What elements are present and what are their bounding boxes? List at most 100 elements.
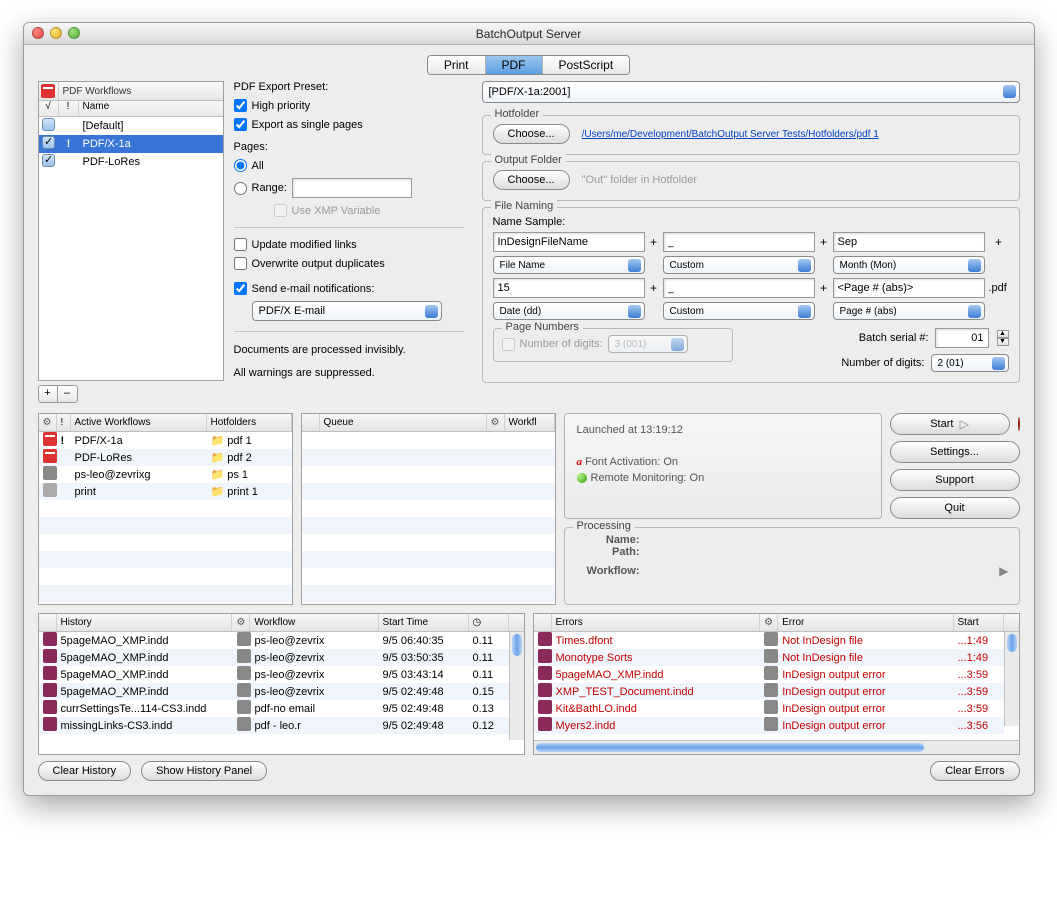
quit-button[interactable]: Quit xyxy=(890,497,1020,519)
queue-body xyxy=(302,432,555,604)
settings-button[interactable]: Settings... xyxy=(890,441,1020,463)
name-select-1[interactable]: File Name xyxy=(493,256,645,274)
table-row[interactable]: 5pageMAO_XMP.indd ps-leo@zevrix 9/5 03:4… xyxy=(39,666,509,683)
col-name[interactable]: Name xyxy=(79,101,223,116)
name-select-2[interactable]: Custom xyxy=(663,256,815,274)
minimize-icon[interactable] xyxy=(50,27,62,39)
remove-workflow-button[interactable]: – xyxy=(58,385,78,403)
table-row[interactable]: print 📁 print 1 xyxy=(39,483,292,500)
zoom-icon[interactable] xyxy=(68,27,80,39)
col-history[interactable]: History xyxy=(57,614,233,631)
clear-errors-button[interactable]: Clear Errors xyxy=(930,761,1019,781)
table-row[interactable]: 5pageMAO_XMP.indd InDesign output error … xyxy=(534,666,1004,683)
table-row[interactable]: currSettingsTe...114-CS3.indd pdf-no ema… xyxy=(39,700,509,717)
col-gear[interactable] xyxy=(232,614,250,631)
workflow-row[interactable]: [Default] xyxy=(39,117,223,135)
overwrite-checkbox[interactable] xyxy=(234,257,247,270)
col-errors[interactable]: Errors xyxy=(552,614,761,631)
col-workflow[interactable]: Workflow xyxy=(250,614,378,631)
name-select-3[interactable]: Month (Mon) xyxy=(833,256,985,274)
table-row[interactable]: 5pageMAO_XMP.indd ps-leo@zevrix 9/5 03:5… xyxy=(39,649,509,666)
name-field-5[interactable] xyxy=(663,278,815,298)
table-row[interactable]: 5pageMAO_XMP.indd ps-leo@zevrix 9/5 02:4… xyxy=(39,683,509,700)
table-row[interactable]: ! PDF/X-1a 📁 pdf 1 xyxy=(39,432,292,449)
batch-serial-input[interactable] xyxy=(935,328,989,348)
col-workflow[interactable]: Workfl xyxy=(505,414,555,431)
col-alert[interactable]: ! xyxy=(57,414,71,431)
overwrite-label: Overwrite output duplicates xyxy=(252,258,385,270)
folder-icon: 📁 xyxy=(211,435,225,447)
enable-checkbox[interactable] xyxy=(42,118,55,131)
start-button[interactable]: Start ▷ xyxy=(890,413,1010,435)
pdf-preset-select[interactable]: [PDF/X-1a:2001] xyxy=(482,81,1020,103)
errors-hscrollbar[interactable] xyxy=(534,740,1019,754)
col-gear[interactable] xyxy=(487,414,505,431)
pages-range-input[interactable] xyxy=(292,178,412,198)
close-icon[interactable] xyxy=(32,27,44,39)
clear-history-button[interactable]: Clear History xyxy=(38,761,132,781)
table-row[interactable]: Monotype Sorts Not InDesign file ...1:49 xyxy=(534,649,1004,666)
col-alert[interactable]: ! xyxy=(59,101,79,116)
send-email-checkbox[interactable] xyxy=(234,282,247,295)
enable-checkbox[interactable] xyxy=(42,136,55,149)
tab-print[interactable]: Print xyxy=(428,56,486,74)
col-blank xyxy=(534,614,552,631)
tab-postscript[interactable]: PostScript xyxy=(543,56,630,74)
workflow-list: PDF Workflows √ ! Name [Default] ! xyxy=(38,81,224,381)
table-row[interactable]: Kit&BathLO.indd InDesign output error ..… xyxy=(534,700,1004,717)
table-row[interactable]: ps-leo@zevrixg 📁 ps 1 xyxy=(39,466,292,483)
batch-serial-stepper[interactable]: ▲▼ xyxy=(997,330,1009,346)
col-error[interactable]: Error xyxy=(778,614,953,631)
col-start[interactable]: Start xyxy=(954,614,1004,631)
num-digits-select[interactable]: 2 (01) xyxy=(931,354,1009,372)
disclosure-icon[interactable]: ▶ xyxy=(999,564,1008,578)
table-row[interactable]: Times.dfont Not InDesign file ...1:49 xyxy=(534,632,1004,649)
name-select-5[interactable]: Custom xyxy=(663,302,815,320)
workflow-row[interactable]: ! PDF/X-1a xyxy=(39,135,223,153)
col-duration[interactable]: ◷ xyxy=(469,614,509,631)
table-row[interactable]: XMP_TEST_Document.indd InDesign output e… xyxy=(534,683,1004,700)
table-row[interactable]: PDF-LoRes 📁 pdf 2 xyxy=(39,449,292,466)
show-history-panel-button[interactable]: Show History Panel xyxy=(141,761,267,781)
high-priority-checkbox[interactable] xyxy=(234,99,247,112)
pages-all-radio[interactable] xyxy=(234,159,247,172)
wf-icon xyxy=(764,700,778,714)
col-queue[interactable]: Queue xyxy=(320,414,487,431)
single-pages-checkbox[interactable] xyxy=(234,118,247,131)
col-gear[interactable] xyxy=(760,614,778,631)
proc-path-key: Path: xyxy=(575,546,640,558)
col-enabled[interactable]: √ xyxy=(39,101,59,116)
tab-pdf[interactable]: PDF xyxy=(486,56,543,74)
table-row[interactable]: Myers2.indd InDesign output error ...3:5… xyxy=(534,717,1004,734)
page-digits-checkbox xyxy=(502,338,515,351)
workflow-row[interactable]: PDF-LoRes xyxy=(39,153,223,171)
wf-icon xyxy=(764,632,778,646)
name-select-4[interactable]: Date (dd) xyxy=(493,302,645,320)
name-field-3[interactable] xyxy=(833,232,985,252)
enable-checkbox[interactable] xyxy=(42,154,55,167)
table-row[interactable]: 5pageMAO_XMP.indd ps-leo@zevrix 9/5 06:4… xyxy=(39,632,509,649)
email-preset-select[interactable]: PDF/X E-mail xyxy=(252,301,442,321)
workflow-name: PDF/X-1a xyxy=(79,138,223,150)
hotfolder-path[interactable]: /Users/me/Development/BatchOutput Server… xyxy=(582,129,879,140)
col-start-time[interactable]: Start Time xyxy=(379,614,469,631)
col-active-workflows[interactable]: Active Workflows xyxy=(71,414,207,431)
name-field-1[interactable] xyxy=(493,232,645,252)
name-field-2[interactable] xyxy=(663,232,815,252)
add-workflow-button[interactable]: + xyxy=(38,385,58,403)
table-row[interactable]: missingLinks-CS3.indd pdf - leo.r 9/5 02… xyxy=(39,717,509,734)
name-select-6[interactable]: Page # (abs) xyxy=(833,302,985,320)
update-links-checkbox[interactable] xyxy=(234,238,247,251)
errors-scrollbar[interactable] xyxy=(1004,632,1019,726)
col-gear[interactable] xyxy=(39,414,57,431)
pages-range-radio[interactable] xyxy=(234,182,247,195)
choose-output-button[interactable]: Choose... xyxy=(493,170,570,190)
name-field-6[interactable] xyxy=(833,278,985,298)
history-scrollbar[interactable] xyxy=(509,632,524,740)
choose-hotfolder-button[interactable]: Choose... xyxy=(493,124,570,144)
support-button[interactable]: Support xyxy=(890,469,1020,491)
page-digits-select: 3 (001) xyxy=(608,335,688,353)
pdf-icon xyxy=(43,449,57,463)
name-field-4[interactable] xyxy=(493,278,645,298)
col-hotfolders[interactable]: Hotfolders xyxy=(207,414,292,431)
